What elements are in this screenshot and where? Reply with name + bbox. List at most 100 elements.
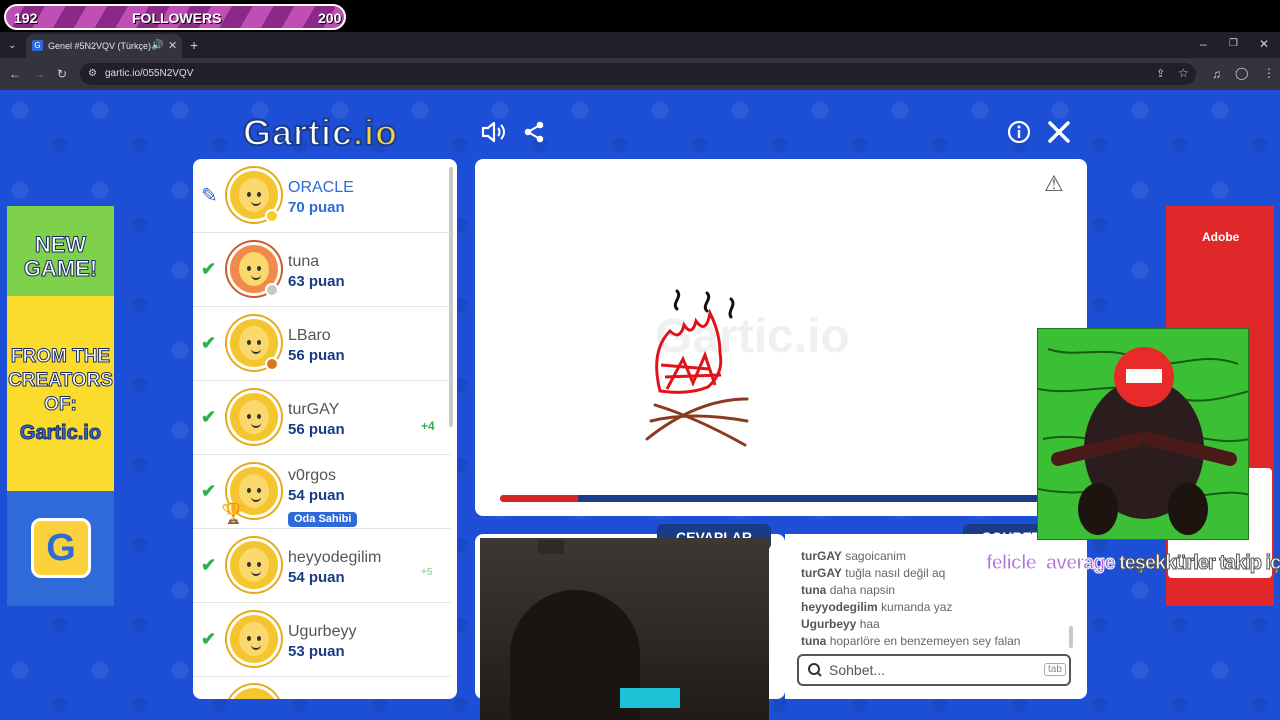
follow-alert-text: felicle_average teşekkürler takip için xyxy=(985,552,1280,575)
url-text: gartic.io/055N2VQV xyxy=(105,68,194,79)
round-timer xyxy=(500,495,1060,502)
ad-line: FROM THE xyxy=(10,346,111,368)
browser-tab[interactable]: G Genel #5N2VQV (Türkçe) - 🔊 ✕ xyxy=(26,34,182,58)
player-name: Ugurbeyy xyxy=(288,623,357,640)
media-icon[interactable]: ♫ xyxy=(1212,68,1221,80)
reload-icon[interactable]: ↻ xyxy=(57,68,67,80)
player-row[interactable]: ✎ ORACLE 70 puan xyxy=(193,159,451,233)
chat-user: Ugurbeyy xyxy=(801,617,857,631)
chat-user: turGAY xyxy=(801,566,842,580)
chat-scrollbar[interactable] xyxy=(1069,626,1073,648)
star-icon[interactable]: ☆ xyxy=(1178,67,1189,79)
alert-message: teşekkürler takip için xyxy=(1119,552,1280,575)
plus-icon[interactable]: + xyxy=(190,38,198,52)
avatar xyxy=(227,538,281,592)
install-icon[interactable]: ⇪ xyxy=(1156,68,1165,80)
search-icon xyxy=(807,662,823,683)
player-row[interactable]: ✔ tuna 63 puan xyxy=(193,233,451,307)
chat-input[interactable] xyxy=(829,662,1029,678)
chat-user: tuna xyxy=(801,583,827,597)
close-icon[interactable]: ✕ xyxy=(168,40,177,52)
player-name: heyyodegilim xyxy=(288,549,382,566)
speaker-icon[interactable]: 🔊 xyxy=(151,40,163,52)
restore-icon[interactable]: ❐ xyxy=(1229,38,1238,50)
follower-goal-track: 192 FOLLOWERS 200 xyxy=(4,4,346,30)
player-score: 54 puan xyxy=(288,569,345,586)
player-score: 56 puan xyxy=(288,347,345,364)
ad-line: OF: xyxy=(44,394,78,416)
ad-line: CREATORS xyxy=(8,370,114,392)
share-icon[interactable] xyxy=(522,120,546,149)
gartic-app-icon: G xyxy=(31,518,91,578)
player-row[interactable]: ✔ Ugurbeyy 53 puan xyxy=(193,603,451,677)
ad-brand: Adobe xyxy=(1202,230,1240,244)
back-arrow-icon[interactable]: ← xyxy=(9,68,21,80)
chat-text: haa xyxy=(859,617,880,631)
chat-message: Ugurbeyy haa xyxy=(801,617,880,631)
check-icon: ✔ xyxy=(201,481,217,501)
player-row[interactable] xyxy=(193,677,451,699)
player-row[interactable]: ✔ turGAY 56 puan +4 xyxy=(193,381,451,455)
chat-message: tuna daha napsin xyxy=(801,583,895,597)
check-icon: ✔ xyxy=(201,555,217,575)
ad-line: GAME! xyxy=(23,256,98,282)
menu-icon[interactable]: ⋮ xyxy=(1263,67,1275,79)
chat-message: turGAY sagoicanim xyxy=(801,549,906,563)
minimize-icon[interactable]: – xyxy=(1200,38,1207,50)
follower-goal: 200 xyxy=(318,10,342,26)
gartic-logo[interactable]: Gartic.io xyxy=(242,111,399,154)
player-name: tuna xyxy=(288,253,320,270)
chat-text: tuğla nasıl değil aq xyxy=(845,566,946,580)
pencil-icon: ✎ xyxy=(201,185,218,207)
drawing-canvas[interactable]: Gartic.io ⚠ xyxy=(475,159,1087,516)
chevron-down-icon[interactable]: ⌄ xyxy=(8,40,16,52)
player-score: 70 puan xyxy=(288,199,345,216)
points-gained: +5 xyxy=(421,567,433,578)
player-score: 63 puan xyxy=(288,273,345,290)
player-row[interactable]: ✔ LBaro 56 puan xyxy=(193,307,451,381)
profile-icon[interactable]: ◯ xyxy=(1235,67,1248,79)
chat-input-box[interactable]: tab xyxy=(797,654,1071,686)
logo-suffix: .io xyxy=(352,111,399,154)
ad-line: Gartic.io xyxy=(19,422,102,445)
drawing xyxy=(645,289,749,447)
close-icon[interactable] xyxy=(1047,120,1071,149)
chat-text: sagoicanim xyxy=(845,549,906,563)
player-score: 56 puan xyxy=(288,421,345,438)
player-name: v0rgos xyxy=(288,467,337,484)
avatar xyxy=(227,390,281,444)
player-status-dot xyxy=(265,357,279,371)
volume-icon[interactable] xyxy=(480,120,506,149)
chat-user: tuna xyxy=(801,634,827,648)
chat-message: heyyodegilim kumanda yaz xyxy=(801,600,952,614)
close-icon[interactable]: ✕ xyxy=(1259,38,1269,50)
check-icon: ✔ xyxy=(201,407,217,427)
info-icon[interactable] xyxy=(1007,120,1031,149)
follower-label: FOLLOWERS xyxy=(132,10,222,26)
tab-key-hint: tab xyxy=(1044,663,1066,676)
player-row[interactable]: ✔ 🏆 v0rgos 54 puan Oda Sahibi xyxy=(193,455,451,529)
players-panel[interactable]: ✎ ORACLE 70 puan ✔ tuna 63 puan ✔ LBaro … xyxy=(193,159,457,699)
player-name: turGAY xyxy=(288,401,340,418)
site-info-icon[interactable]: ⚙ xyxy=(88,68,97,80)
points-gained: +4 xyxy=(421,419,435,433)
gartic-favicon: G xyxy=(32,40,43,51)
left-advertisement[interactable]: NEW GAME! FROM THE CREATORS OF: Gartic.i… xyxy=(7,206,114,606)
follower-count: 192 xyxy=(14,10,38,26)
webcam-shirt xyxy=(620,688,680,708)
chat-user: heyyodegilim xyxy=(801,600,878,614)
room-owner-badge: Oda Sahibi xyxy=(288,512,358,527)
forward-arrow-icon[interactable]: → xyxy=(33,68,45,80)
chat-message: tuna hoparlöre en benzemeyen sey falan xyxy=(801,634,1020,648)
player-name: LBaro xyxy=(288,327,331,344)
trophy-icon: 🏆 xyxy=(221,503,246,525)
player-row[interactable]: ✔ heyyodegilim 54 puan +5 xyxy=(193,529,451,603)
player-status-dot xyxy=(265,283,279,297)
chat-message: turGAY tuğla nasıl değil aq xyxy=(801,566,945,580)
url-field[interactable]: ⚙ gartic.io/055N2VQV ⇪ ☆ xyxy=(80,63,1196,85)
chat-text: kumanda yaz xyxy=(881,600,953,614)
check-icon: ✔ xyxy=(201,259,217,279)
tab-title: Genel #5N2VQV (Türkçe) - xyxy=(48,41,157,51)
browser-tab-strip: ⌄ G Genel #5N2VQV (Türkçe) - 🔊 ✕ + – ❐ ✕ xyxy=(0,32,1280,58)
follower-goal-bar: 192 FOLLOWERS 200 xyxy=(0,0,348,32)
